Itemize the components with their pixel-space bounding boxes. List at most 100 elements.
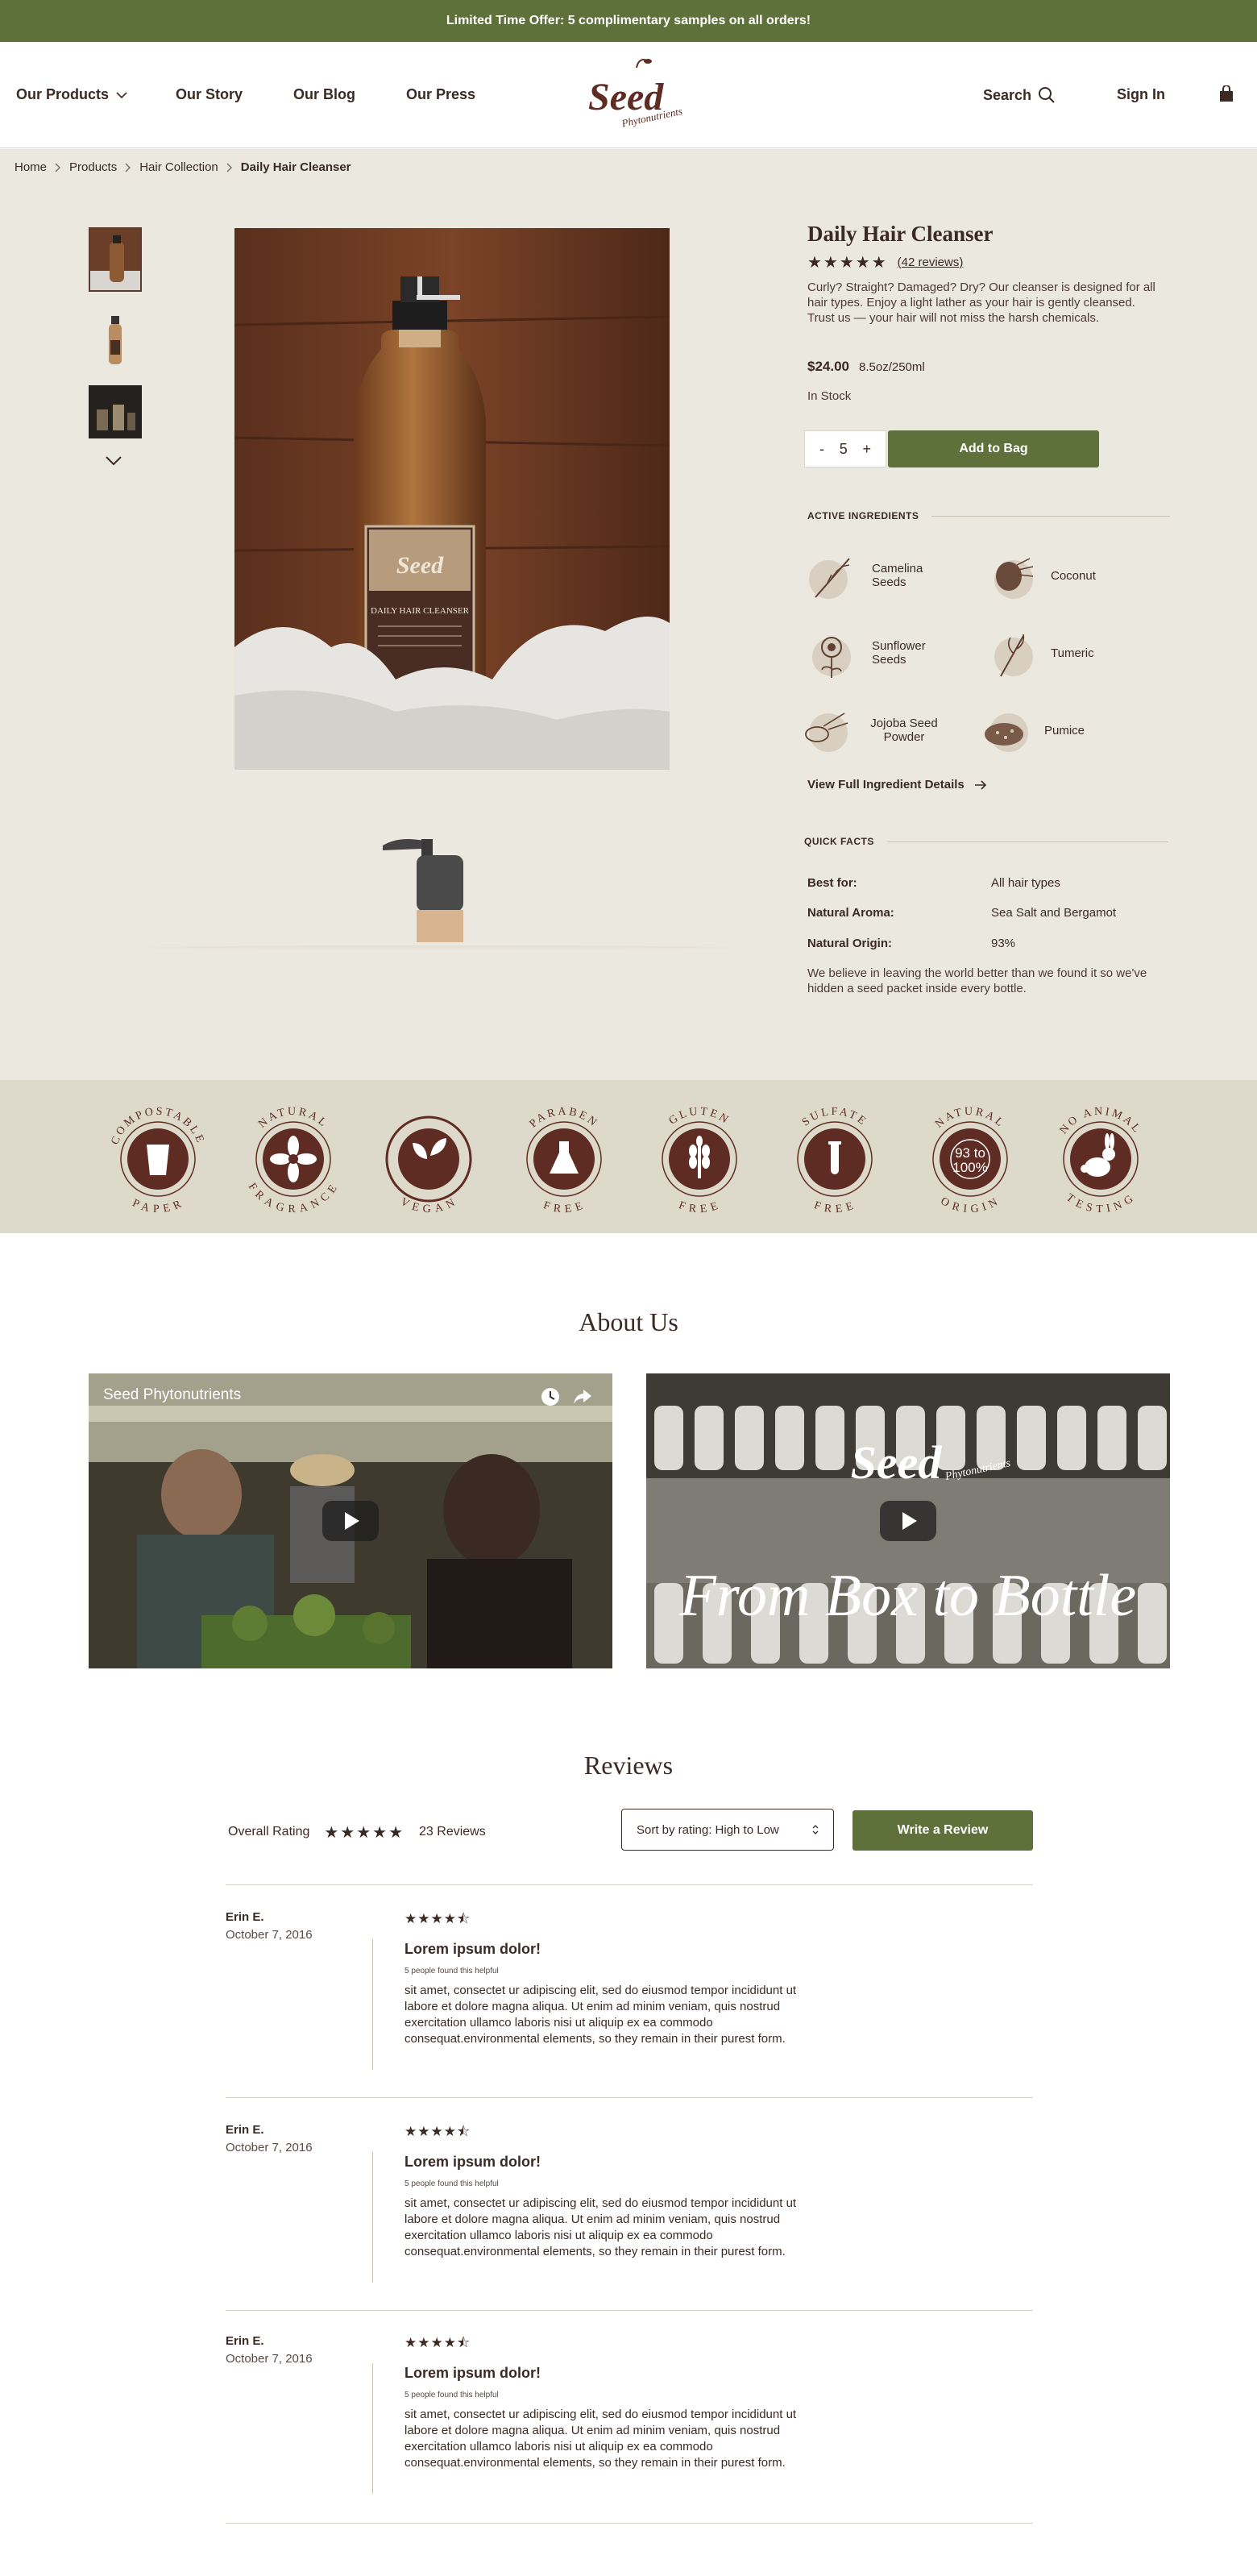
badge-top-text: NATURAL xyxy=(933,1106,1005,1131)
badge-natural-origin: NATURAL ORIGIN 93 to 100% xyxy=(915,1096,1025,1217)
cup-icon xyxy=(147,1145,169,1175)
play-button[interactable] xyxy=(322,1501,379,1541)
video-title: Seed Phytonutrients xyxy=(103,1386,242,1403)
product-title: Daily Hair Cleanser xyxy=(807,222,994,246)
nav-our-story[interactable]: Our Story xyxy=(176,86,243,103)
qty-value[interactable]: 5 xyxy=(840,441,848,458)
review-date: October 7, 2016 xyxy=(226,2352,313,2366)
fact-key: Natural Aroma: xyxy=(807,906,894,920)
chevron-right-icon xyxy=(55,163,61,172)
thumbnail-1[interactable] xyxy=(89,227,142,292)
shopping-bag-button[interactable] xyxy=(1218,85,1234,103)
ingredient-coconut: Coconut xyxy=(986,547,1096,604)
sort-value: Sort by rating: High to Low xyxy=(637,1822,779,1837)
badge-top-text: SULFATE xyxy=(800,1106,867,1129)
tumeric-icon xyxy=(994,634,1033,677)
badge-bottom-text: FREE xyxy=(812,1199,855,1215)
ingredient-label: Pumice xyxy=(1044,723,1085,737)
quick-facts-heading: QUICK FACTS xyxy=(804,836,874,847)
review-item: Erin E. October 7, 2016 ★★★★⯪ Lorem ipsu… xyxy=(226,2313,1033,2524)
sign-in-link[interactable]: Sign In xyxy=(1117,86,1165,103)
search-button[interactable]: Search xyxy=(983,86,1056,104)
fact-key: Best for: xyxy=(807,876,857,890)
add-to-bag-button[interactable]: Add to Bag xyxy=(888,430,1099,467)
nav-our-products[interactable]: Our Products xyxy=(16,86,127,103)
review-title: Lorem ipsum dolor! xyxy=(404,1941,541,1957)
fact-key: Natural Origin: xyxy=(807,937,893,950)
watch-later-icon[interactable] xyxy=(540,1386,561,1407)
sort-select[interactable]: Sort by rating: High to Low xyxy=(621,1809,834,1851)
breadcrumb-current: Daily Hair Cleanser xyxy=(240,160,351,174)
svg-text:GLUTEN: GLUTEN xyxy=(667,1106,732,1128)
breadcrumb-home[interactable]: Home xyxy=(15,160,47,174)
review-title: Lorem ipsum dolor! xyxy=(404,2365,541,2381)
product-section: Home Products Hair Collection Daily Hair… xyxy=(0,149,1257,1080)
badge-top-text: NATURAL xyxy=(256,1106,328,1131)
ingredient-camelina: Camelina Seeds xyxy=(807,547,944,604)
chevron-right-icon xyxy=(226,163,232,172)
review-stars: ★★★★⯪ xyxy=(404,2124,471,2139)
overall-rating-stars: ★★★★★ xyxy=(324,1823,405,1842)
chevron-down-icon[interactable] xyxy=(105,455,122,467)
video-logo-text: Seed xyxy=(851,1436,943,1489)
price-row: $24.00 8.5oz/250ml xyxy=(807,359,925,375)
review-body: sit amet, consectet ur adipiscing elit, … xyxy=(404,1984,797,2046)
divider xyxy=(226,2523,1033,2524)
svg-text:NATURAL: NATURAL xyxy=(256,1106,330,1131)
seed-logo[interactable]: Seed Phytonutrients xyxy=(580,52,693,140)
product-image-preview xyxy=(383,839,463,942)
review-author: Erin E. xyxy=(226,2123,264,2137)
feature-badges: COMPOSTABLE PAPER NATURAL FRAGRANCE VEGA… xyxy=(0,1080,1257,1233)
svg-text:SULFATE: SULFATE xyxy=(800,1106,869,1129)
fact-value: All hair types xyxy=(991,876,1060,890)
coconut-icon xyxy=(994,558,1034,599)
svg-text:PAPER: PAPER xyxy=(131,1197,186,1215)
divider xyxy=(931,515,1170,517)
breadcrumb-products[interactable]: Products xyxy=(69,160,117,174)
divider xyxy=(372,2152,373,2283)
qty-increase-button[interactable]: + xyxy=(862,441,871,458)
ingredient-jojoba: Jojoba Seed Powder xyxy=(799,702,944,758)
nav-our-press[interactable]: Our Press xyxy=(406,86,475,103)
nav-our-blog[interactable]: Our Blog xyxy=(293,86,355,103)
bottle-label-name: DAILY HAIR CLEANSER xyxy=(371,606,470,616)
write-review-button[interactable]: Write a Review xyxy=(853,1810,1033,1851)
badge-inner-top: 93 to xyxy=(955,1145,985,1161)
badge-bottom-text: ORIGIN xyxy=(939,1195,1000,1216)
stock-status: In Stock xyxy=(807,389,852,403)
review-body: sit amet, consectet ur adipiscing elit, … xyxy=(404,2196,797,2258)
review-item: Erin E. October 7, 2016 ★★★★⯪ Lorem ipsu… xyxy=(226,2102,1033,2313)
facts-note: We believe in leaving the world better t… xyxy=(807,966,1147,995)
badge-bottom-text: FREE xyxy=(677,1199,720,1215)
ingredient-label: Tumeric xyxy=(1051,646,1094,660)
review-date: October 7, 2016 xyxy=(226,1928,313,1942)
review-date: October 7, 2016 xyxy=(226,2141,313,2154)
video-seed-phytonutrients[interactable]: Seed Phytonutrients xyxy=(89,1373,612,1668)
bottle-label-brand: Seed xyxy=(396,552,444,579)
badge-natural-fragrance: NATURAL FRAGRANCE xyxy=(239,1096,348,1217)
ingredient-label: Sunflower Seeds xyxy=(872,639,926,667)
product-description: Curly? Straight? Damaged? Dry? Our clean… xyxy=(807,280,1155,325)
play-button[interactable] xyxy=(880,1501,936,1541)
chevron-down-icon xyxy=(116,92,127,99)
site-header: Our Products Our Story Our Blog Our Pres… xyxy=(0,42,1257,148)
fact-value: Sea Salt and Bergamot xyxy=(991,906,1117,920)
thumbnail-3[interactable] xyxy=(89,385,142,438)
reviews-link[interactable]: (42 reviews) xyxy=(898,256,964,269)
search-icon xyxy=(1039,87,1055,103)
svg-text:PARABEN: PARABEN xyxy=(528,1106,601,1130)
divider xyxy=(372,2363,373,2494)
qty-decrease-button[interactable]: - xyxy=(819,441,824,458)
ingredient-tumeric: Tumeric xyxy=(986,625,1094,681)
divider xyxy=(886,841,1168,842)
shopping-bag-icon xyxy=(1220,85,1233,102)
badge-inner-bottom: 100% xyxy=(952,1160,987,1175)
thumbnail-2[interactable] xyxy=(89,306,142,371)
breadcrumb-hair-collection[interactable]: Hair Collection xyxy=(139,160,218,174)
view-ingredients-link[interactable]: View Full Ingredient Details xyxy=(807,778,987,791)
share-icon[interactable] xyxy=(572,1386,593,1407)
video-box-to-bottle[interactable]: Seed Phytonutrients From Box to Bottle xyxy=(646,1373,1170,1668)
review-author: Erin E. xyxy=(226,2334,264,2348)
image-floor-shadow xyxy=(149,945,733,950)
badge-bottom-text: FREE xyxy=(541,1199,584,1215)
